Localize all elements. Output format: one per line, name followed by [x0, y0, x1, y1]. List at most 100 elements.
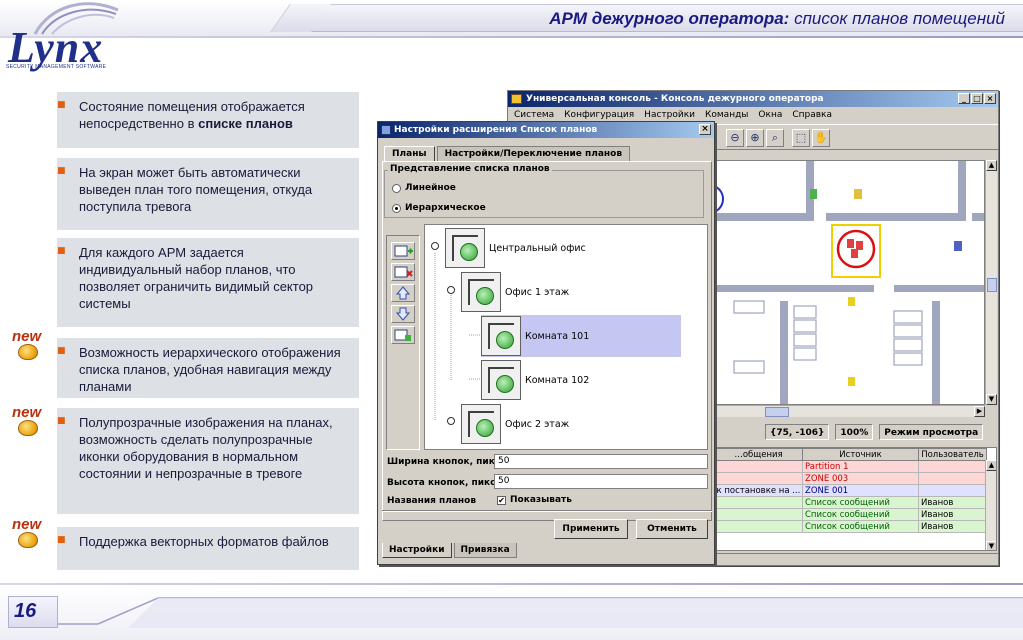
log-column-user[interactable]: Пользователь	[918, 448, 987, 461]
show-names-checkbox[interactable]: ✔ Показывать	[497, 495, 572, 505]
close-button[interactable]: ×	[984, 93, 996, 104]
tab-binding[interactable]: Привязка	[453, 543, 517, 558]
tree-node-room-101[interactable]: Комната 101	[481, 315, 681, 357]
slide: АРМ дежурного оператора: список планов п…	[0, 0, 1023, 640]
button-width-input[interactable]: 50	[494, 454, 708, 469]
tree-node-key-icon	[431, 242, 439, 250]
view-mode-group-label: Представление списка планов	[388, 164, 552, 174]
bullet-text: На экран может быть автоматически выведе…	[79, 165, 313, 214]
console-titlebar[interactable]: Универсальная консоль - Консоль дежурног…	[508, 91, 998, 107]
dialog-titlebar[interactable]: Настройки расширения Список планов	[378, 122, 714, 138]
move-down-button[interactable]	[391, 305, 415, 323]
log-cell-message	[714, 496, 803, 509]
add-plan-icon	[394, 245, 413, 257]
window-controls: _ □ ×	[958, 93, 996, 104]
table-row[interactable]: к постановке на ... ZONE 001	[714, 484, 987, 497]
scroll-thumb[interactable]	[765, 407, 789, 417]
tree-node-office-floor-2[interactable]: Офис 2 этаж	[461, 403, 569, 445]
header-divider	[0, 36, 1023, 38]
radio-hierarchical[interactable]: Иерархическое	[392, 203, 486, 213]
zoom-in-icon[interactable]: ⊕	[746, 129, 764, 147]
table-row[interactable]: Список сообщений Иванов	[714, 496, 987, 509]
scroll-up-icon[interactable]: ▲	[986, 160, 997, 171]
event-log-table: …общения Источник Пользователь Partition…	[714, 448, 987, 533]
plan-vertical-scrollbar[interactable]: ▲ ▼	[985, 160, 997, 405]
page-title-rest: список планов помещений	[789, 9, 1005, 28]
bullet-box-4: ■ Возможность иерархического отображения…	[57, 338, 359, 398]
bullet-marker-icon: ■	[57, 246, 66, 256]
log-scrollbar[interactable]: ▲ ▼	[985, 460, 996, 550]
cancel-button[interactable]: Отменить	[636, 519, 708, 539]
apply-button[interactable]: Применить	[554, 519, 628, 539]
shell-icon	[18, 344, 38, 360]
log-column-message[interactable]: …общения	[714, 448, 803, 461]
tree-node-office-floor-1[interactable]: Офис 1 этаж	[461, 271, 569, 313]
tab-settings-switching[interactable]: Настройки/Переключение планов	[436, 146, 631, 161]
floor-plan[interactable]	[713, 160, 985, 405]
plan-list-settings-dialog: Настройки расширения Список планов × Пла…	[377, 121, 715, 565]
log-cell-message	[714, 472, 803, 485]
scroll-thumb[interactable]	[987, 278, 997, 292]
tree-node-key-icon	[447, 417, 455, 425]
plan-tree[interactable]: Центральный офис Офис 1 этаж Комната 101…	[424, 224, 708, 450]
menu-windows[interactable]: Окна	[758, 107, 782, 123]
tab-plans[interactable]: Планы	[384, 146, 435, 161]
arrow-up-icon	[395, 286, 411, 300]
scroll-up-icon[interactable]: ▲	[986, 460, 996, 471]
bullet-box-2: ■ На экран может быть автоматически выве…	[57, 158, 359, 230]
page-number: 16	[14, 600, 37, 622]
plan-properties-button[interactable]	[391, 326, 415, 344]
log-cell-source: ZONE 001	[802, 484, 919, 497]
console-title: Универсальная консоль - Консоль дежурног…	[526, 94, 824, 104]
menu-help[interactable]: Справка	[792, 107, 832, 123]
bullet-box-6: ■ Поддержка векторных форматов файлов	[57, 527, 359, 570]
plan-thumbnail-icon	[461, 272, 501, 312]
status-coords: {75, -106}	[765, 424, 830, 440]
button-width-label: Ширина кнопок, пикс:	[387, 457, 504, 467]
log-cell-message	[714, 460, 803, 473]
status-mode: Режим просмотра	[879, 424, 984, 440]
button-height-input[interactable]: 50	[494, 474, 708, 489]
log-cell-user	[918, 484, 987, 497]
minimize-button[interactable]: _	[958, 93, 970, 104]
status-bar: {75, -106} 100% Режим просмотра	[713, 424, 997, 440]
log-column-source[interactable]: Источник	[802, 448, 919, 461]
dialog-bottom-tabs: Настройки Привязка	[382, 543, 519, 558]
plan-thumbnail-icon	[481, 360, 521, 400]
add-plan-button[interactable]	[391, 242, 415, 260]
table-row[interactable]: Partition 1	[714, 460, 987, 473]
maximize-button[interactable]: □	[971, 93, 983, 104]
dialog-separator	[382, 510, 712, 512]
page-title: АРМ дежурного оператора: список планов п…	[549, 9, 1005, 29]
logo-subtitle: SECURITY MANAGEMENT SOFTWARE	[6, 64, 107, 70]
dialog-close-button[interactable]: ×	[699, 124, 711, 135]
log-cell-user	[918, 472, 987, 485]
table-row[interactable]: Список сообщений Иванов	[714, 508, 987, 521]
plan-horizontal-scrollbar[interactable]: ▶	[713, 405, 985, 417]
radio-linear[interactable]: Линейное	[392, 183, 456, 193]
event-log[interactable]: …общения Источник Пользователь Partition…	[713, 447, 997, 551]
scroll-down-icon[interactable]: ▼	[986, 541, 996, 550]
checkmark-icon: ✔	[497, 495, 506, 505]
pan-hand-icon[interactable]: ✋	[812, 129, 830, 147]
scroll-right-icon[interactable]: ▶	[974, 406, 985, 417]
bullet-box-1: ■ Состояние помещения отображается непос…	[57, 92, 359, 148]
floor-plan-drawing	[714, 161, 984, 404]
zoom-out-icon[interactable]: ⊖	[726, 129, 744, 147]
delete-plan-button[interactable]	[391, 263, 415, 281]
plan-thumbnail-icon	[461, 404, 501, 444]
console-app-icon	[511, 94, 522, 104]
tree-node-room-102[interactable]: Комната 102	[481, 359, 589, 401]
table-row[interactable]: Список сообщений Иванов	[714, 520, 987, 533]
new-badge-label: new	[12, 516, 42, 533]
new-badge-label: new	[12, 328, 42, 345]
select-area-icon[interactable]: ⬚	[792, 129, 810, 147]
zoom-fit-icon[interactable]: ⌕	[766, 129, 784, 147]
tree-node-central-office[interactable]: Центральный офис	[445, 227, 586, 269]
table-row[interactable]: ZONE 003	[714, 472, 987, 485]
new-badge: new	[6, 404, 62, 438]
plan-names-label: Названия планов	[387, 496, 477, 506]
move-up-button[interactable]	[391, 284, 415, 302]
scroll-down-icon[interactable]: ▼	[986, 394, 997, 405]
tab-settings[interactable]: Настройки	[382, 543, 452, 558]
